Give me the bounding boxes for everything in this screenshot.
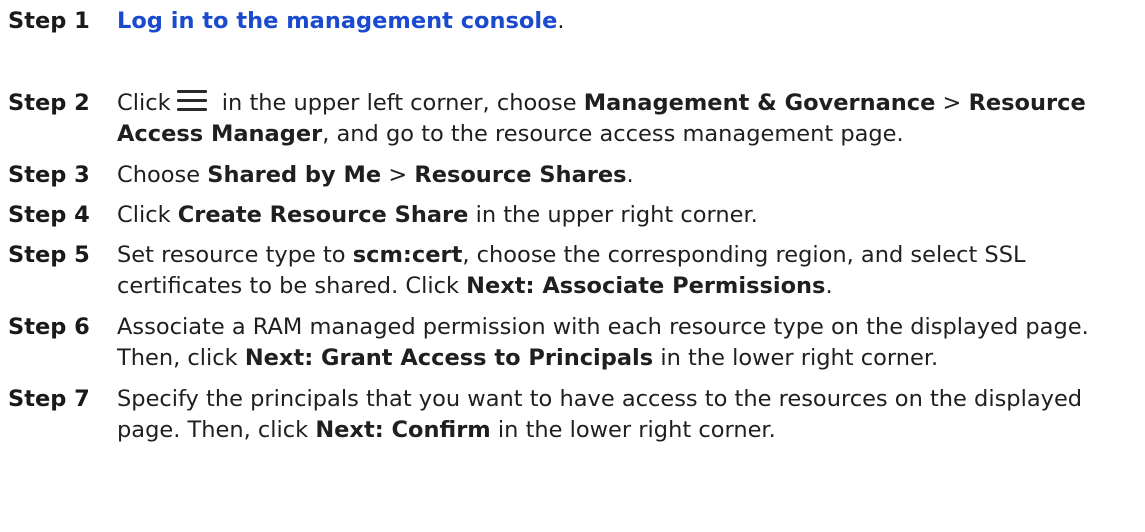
step-text-part: Click (117, 90, 171, 116)
step-bold-term: Next: Associate Permissions (466, 273, 826, 299)
step-text-part: in the upper left corner, choose (214, 90, 584, 116)
step-bold-term: Resource Shares (414, 162, 627, 188)
procedure-steps: Step 1 Log in to the management console.… (0, 0, 1145, 532)
step-text: Click Create Resource Share in the upper… (117, 200, 1137, 231)
step-bold-term: Next: Confirm (315, 417, 491, 443)
step-text-part: . (825, 273, 833, 299)
step-text-part: in the lower right corner. (653, 345, 939, 371)
menu-icon (176, 90, 207, 112)
step-bold-term: Shared by Me (207, 162, 382, 188)
step-text-part: Choose (117, 162, 208, 188)
step-label: Step 1 (8, 8, 90, 34)
step-label: Step 2 (8, 90, 90, 116)
step-bold-term: Management & Governance (583, 90, 936, 116)
step-text-part: , and go to the resource access manageme… (322, 121, 904, 147)
step-label: Step 3 (8, 162, 90, 188)
step-label: Step 4 (8, 202, 90, 228)
step-text-part: > (935, 90, 969, 116)
step-label: Step 6 (8, 314, 90, 340)
step-text: Log in to the management console. (117, 6, 1137, 37)
step-text: Associate a RAM managed permission with … (117, 312, 1137, 374)
management-console-link[interactable]: Log in to the management console (117, 8, 557, 34)
step-bold-term: Create Resource Share (177, 202, 469, 228)
step-text-part: > (381, 162, 415, 188)
step-label: Step 7 (8, 386, 90, 412)
step-text: Click in the upper left corner, choose M… (117, 88, 1137, 150)
step-text: Choose Shared by Me > Resource Shares. (117, 160, 1137, 191)
step-bold-term: Next: Grant Access to Principals (244, 345, 654, 371)
step-bold-term: scm:cert (352, 242, 463, 268)
step-text: Specify the principals that you want to … (117, 384, 1137, 446)
step-text-part: in the upper right corner. (468, 202, 758, 228)
step-text-end: . (557, 8, 565, 34)
step-text-part: Set resource type to (117, 242, 353, 268)
step-label: Step 5 (8, 242, 90, 268)
step-text-part: in the lower right corner. (490, 417, 776, 443)
step-text-part: Click (117, 202, 178, 228)
step-text: Set resource type to scm:cert, choose th… (117, 240, 1137, 302)
step-text-part: . (626, 162, 634, 188)
